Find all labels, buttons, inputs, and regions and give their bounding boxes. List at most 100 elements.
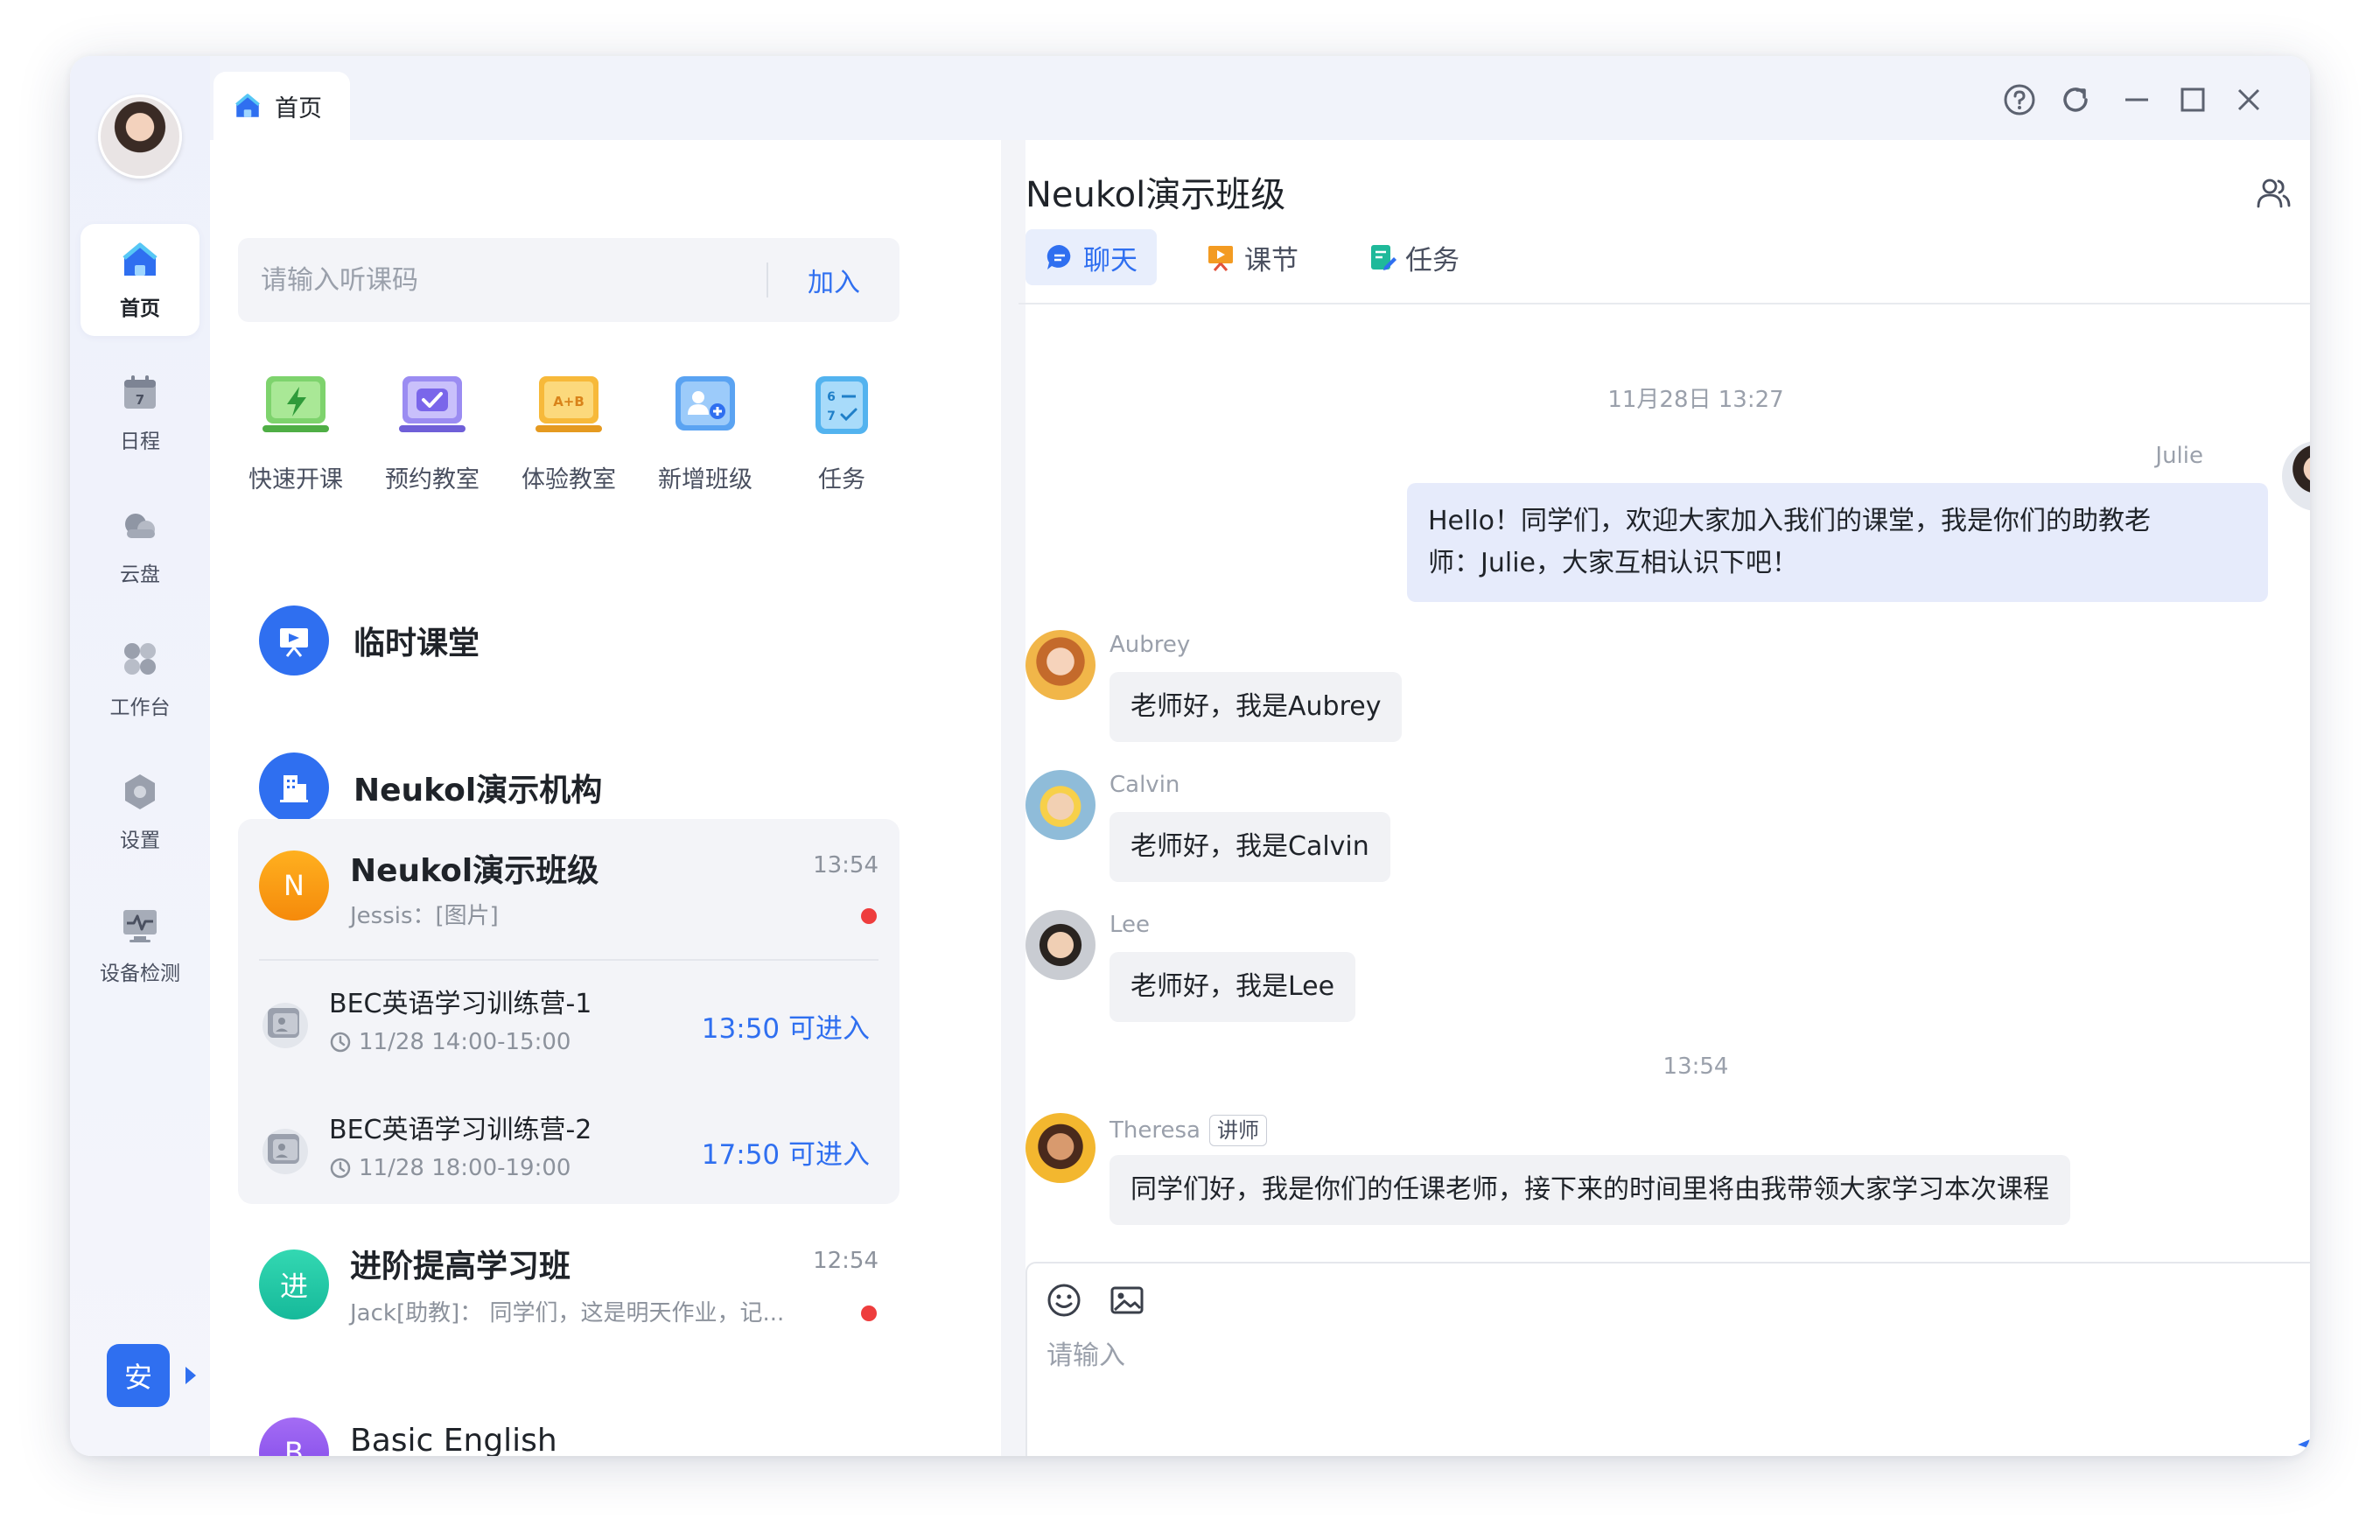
- message-input[interactable]: [1046, 1334, 2272, 1438]
- tab-tasks[interactable]: 任务: [1348, 229, 1479, 285]
- nav-device-check-label: 设备检测: [100, 962, 180, 985]
- quick-class-label: 快速开课: [248, 466, 343, 494]
- session-time: 11/28 18:00-19:00: [359, 1155, 571, 1181]
- unread-dot: [861, 908, 877, 924]
- avatar[interactable]: [1026, 910, 1096, 980]
- close-icon[interactable]: [2231, 82, 2266, 117]
- message-bubble: 老师好，我是Lee: [1110, 952, 1356, 1022]
- tab-home[interactable]: 首页: [214, 72, 350, 140]
- quick-action-add-class[interactable]: 新增班级: [635, 373, 775, 494]
- conversation-item[interactable]: 进 进阶提高学习班 Jack[助教]： 同学们，这是明天作业，记... 12:5…: [259, 1230, 878, 1340]
- organization-title: Neukol演示机构: [354, 773, 603, 808]
- temp-classroom-row[interactable]: 临时课堂: [238, 588, 900, 693]
- tab-home-label: 首页: [275, 94, 322, 122]
- minimize-icon[interactable]: [2119, 82, 2154, 117]
- building-icon: [280, 775, 308, 802]
- join-button[interactable]: 加入: [768, 261, 900, 299]
- app-window: 首页 7 日程 云盘 工作台 设置 设备检测 安 首页 请输入听课码 加入 快速…: [70, 56, 2310, 1456]
- session-item[interactable]: BEC英语学习训练营-1 11/28 14:00-15:00 13:50 可进入: [259, 968, 878, 1073]
- join-code-input[interactable]: [238, 238, 766, 322]
- tabs-divider: [1018, 303, 2310, 304]
- members-icon[interactable]: [2254, 173, 2292, 212]
- lesson-icon: [1208, 246, 1233, 271]
- conversation-time: 12:54: [813, 1248, 878, 1274]
- conversation-time: 13:54: [813, 852, 878, 878]
- tab-chat[interactable]: 聊天: [1026, 229, 1157, 285]
- clock-icon: [330, 1032, 351, 1053]
- tab-lessons-label: 课节: [1244, 244, 1298, 276]
- image-icon[interactable]: [1108, 1281, 1146, 1320]
- conversation-name: Neukol演示班级: [350, 853, 599, 889]
- calendar-icon: 7: [124, 375, 156, 409]
- conversation-item-neukol-class[interactable]: N Neukol演示班级 Jessis：[图片] 13:54: [259, 835, 878, 945]
- conversation-panel: 加入 快速开课 预约教室 A+: [210, 140, 1001, 1456]
- book-classroom-icon: [399, 376, 466, 432]
- book-classroom-label: 预约教室: [385, 466, 480, 494]
- svg-text:7: 7: [827, 410, 836, 424]
- classroom-icon: [262, 1003, 308, 1048]
- session-time: 11/28 14:00-15:00: [359, 1029, 571, 1055]
- conversation-avatar: 进: [259, 1250, 329, 1320]
- settings-icon: [125, 774, 155, 809]
- trial-classroom-label: 体验教室: [522, 466, 616, 494]
- avatar[interactable]: [2282, 441, 2310, 511]
- chat-tabs: 聊天 课节 任务: [1026, 229, 1479, 285]
- message-timestamp: 13:54: [1662, 1054, 1729, 1080]
- nav-workspace[interactable]: 工作台: [80, 623, 200, 735]
- send-icon[interactable]: [2292, 1421, 2310, 1456]
- svg-text:6: 6: [827, 390, 836, 404]
- temp-classroom-title: 临时课堂: [354, 626, 480, 662]
- avatar[interactable]: [1026, 770, 1096, 840]
- session-item[interactable]: BEC英语学习训练营-2 11/28 18:00-19:00 17:50 可进入: [259, 1094, 878, 1199]
- quick-action-trial-classroom[interactable]: A+B 体验教室: [499, 373, 639, 494]
- presentation-icon: [280, 628, 308, 657]
- conversation-item[interactable]: B Basic English: [259, 1398, 878, 1456]
- quick-action-book-classroom[interactable]: 预约教室: [362, 373, 502, 494]
- nav-settings[interactable]: 设置: [80, 756, 200, 868]
- tab-lessons[interactable]: 课节: [1186, 229, 1318, 285]
- session-enter-link[interactable]: 13:50 可进入: [702, 1006, 870, 1046]
- message-composer: [1026, 1262, 2310, 1456]
- nav-cloud[interactable]: 云盘: [80, 490, 200, 602]
- cloud-icon: [125, 514, 155, 538]
- nav-home[interactable]: 首页: [80, 224, 200, 336]
- help-icon[interactable]: [2002, 82, 2037, 117]
- task-icon: 6 7: [816, 376, 868, 434]
- user-avatar[interactable]: [98, 94, 182, 178]
- nav-home-label: 首页: [120, 298, 160, 320]
- emoji-icon[interactable]: [1045, 1281, 1083, 1320]
- message-bubble: 老师好，我是Calvin: [1110, 812, 1390, 882]
- clock-icon: [330, 1158, 351, 1179]
- unread-dot: [861, 1306, 877, 1321]
- quick-action-task[interactable]: 6 7 任务: [772, 373, 912, 494]
- chat-bubble-icon: [1046, 244, 1071, 270]
- message-sender: Calvin: [1110, 772, 1180, 798]
- nav-settings-label: 设置: [120, 830, 160, 852]
- conversation-avatar: N: [259, 850, 329, 920]
- message-sender: Lee: [1110, 912, 1151, 938]
- conversation-preview: Jack[助教]： 同学们，这是明天作业，记...: [350, 1300, 785, 1326]
- avatar[interactable]: [1026, 1113, 1096, 1183]
- trial-classroom-badge: A+B: [553, 394, 584, 410]
- avatar[interactable]: [1026, 630, 1096, 700]
- nav-workspace-label: 工作台: [109, 696, 171, 719]
- chat-panel: Neukol演示班级 聊天 课节 任务 11月28日 13:27 Julie H…: [1018, 140, 2310, 1456]
- nav-device-check[interactable]: 设备检测: [80, 889, 200, 1001]
- tab-tasks-label: 任务: [1405, 244, 1460, 276]
- quick-action-quick-class[interactable]: 快速开课: [226, 373, 366, 494]
- nav-cloud-label: 云盘: [120, 564, 160, 586]
- nav-schedule[interactable]: 7 日程: [80, 357, 200, 469]
- message-sender-row: Theresa 讲师: [1110, 1115, 1267, 1146]
- maximize-icon[interactable]: [2175, 82, 2210, 117]
- org-switch-badge[interactable]: 安: [107, 1344, 170, 1407]
- message-bubble: 同学们好，我是你们的任课老师，接下来的时间里将由我带领大家学习本次课程: [1110, 1155, 2070, 1225]
- caret-right-icon[interactable]: [186, 1367, 196, 1384]
- task-label: 任务: [818, 466, 865, 494]
- conversation-avatar: B: [259, 1418, 329, 1456]
- join-code-bar: 加入: [238, 238, 900, 322]
- message-timestamp: 11月28日 13:27: [1607, 387, 1784, 413]
- role-badge: 讲师: [1208, 1115, 1267, 1146]
- refresh-icon[interactable]: [2058, 82, 2093, 117]
- session-enter-link[interactable]: 17:50 可进入: [702, 1132, 870, 1172]
- session-title: BEC英语学习训练营-1: [329, 989, 592, 1019]
